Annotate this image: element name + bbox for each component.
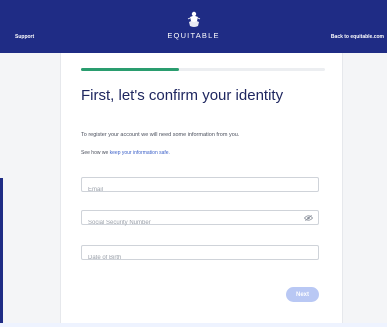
back-to-site-link[interactable]: Back to equitable.com (331, 34, 384, 40)
progress-bar (81, 68, 325, 71)
privacy-link[interactable]: keep your information safe. (110, 150, 170, 156)
ssn-field-wrapper (81, 210, 319, 230)
equitable-statue-icon (187, 11, 200, 27)
date-of-birth-field[interactable] (82, 251, 318, 265)
page: Support EQUITABLE Back to equitable.com … (0, 0, 387, 327)
ssn-field[interactable] (82, 216, 318, 230)
bottom-strip (0, 323, 387, 327)
dob-field-wrapper (81, 245, 319, 265)
progress-bar-fill (81, 68, 179, 71)
next-button[interactable]: Next (286, 287, 319, 302)
logo-text: EQUITABLE (167, 31, 220, 40)
equitable-logo[interactable]: EQUITABLE (154, 10, 234, 46)
privacy-prefix: See how we (81, 150, 110, 156)
email-field[interactable] (82, 183, 318, 197)
support-link[interactable]: Support (15, 34, 34, 40)
identity-form-card: First, let's confirm your identity To re… (60, 53, 343, 327)
left-accent-bar (0, 178, 3, 327)
eye-icon[interactable] (304, 214, 313, 222)
header-bar: Support EQUITABLE Back to equitable.com (0, 0, 387, 53)
intro-text: To register your account we will need so… (81, 132, 240, 138)
email-field-wrapper (81, 177, 319, 197)
page-title: First, let's confirm your identity (81, 87, 284, 104)
privacy-line: See how we keep your information safe. (81, 150, 170, 156)
